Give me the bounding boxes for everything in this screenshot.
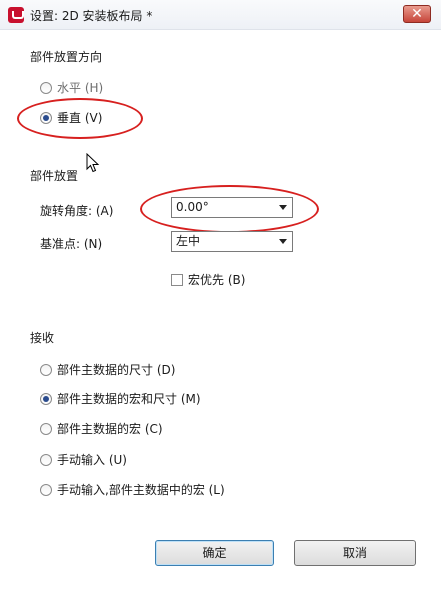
receive-heading: 接收	[30, 331, 55, 345]
mouse-cursor-icon	[86, 153, 100, 173]
radio-receive-manual-macro[interactable]: 手动输入,部件主数据中的宏 (L)	[40, 481, 225, 498]
radio-receive-size-indicator[interactable]	[40, 363, 52, 376]
annotation-ellipse-vertical	[17, 98, 143, 139]
radio-receive-manual-macro-label: 手动输入,部件主数据中的宏 (L)	[57, 483, 225, 497]
macro-first-checkbox[interactable]	[171, 273, 183, 286]
macro-first-checkbox-row[interactable]: 宏优先 (B)	[171, 271, 245, 288]
radio-receive-macro-label: 部件主数据的宏 (C)	[57, 422, 163, 436]
radio-receive-manual-indicator[interactable]	[40, 453, 52, 466]
radio-receive-macro-size-label: 部件主数据的宏和尺寸 (M)	[57, 392, 201, 406]
radio-horizontal-label: 水平 (H)	[57, 81, 104, 95]
anchor-point-value: 左中	[176, 234, 201, 248]
radio-receive-manual-label: 手动输入 (U)	[57, 453, 127, 467]
radio-receive-manual[interactable]: 手动输入 (U)	[40, 451, 127, 468]
settings-dialog: 设置: 2D 安装板布局 * ✕ 部件放置方向 水平 (H) 垂直 (V) 部件…	[0, 0, 441, 590]
radio-receive-size-label: 部件主数据的尺寸 (D)	[57, 363, 176, 377]
radio-receive-size[interactable]: 部件主数据的尺寸 (D)	[40, 361, 175, 378]
radio-receive-macro-size[interactable]: 部件主数据的宏和尺寸 (M)	[40, 390, 201, 407]
anchor-point-label: 基准点: (N)	[40, 237, 103, 251]
radio-receive-manual-macro-indicator[interactable]	[40, 483, 52, 496]
anchor-dropdown-arrow-icon[interactable]	[279, 239, 287, 244]
anchor-point-select[interactable]: 左中	[171, 231, 293, 252]
placement-heading: 部件放置	[30, 169, 79, 183]
macro-first-label: 宏优先 (B)	[188, 273, 246, 287]
app-logo-icon	[8, 7, 24, 23]
annotation-ellipse-rotation	[140, 185, 319, 233]
radio-horizontal[interactable]: 水平 (H)	[40, 79, 103, 96]
cancel-button[interactable]: 取消	[294, 540, 416, 566]
radio-horizontal-indicator[interactable]	[40, 81, 52, 94]
title-bar[interactable]: 设置: 2D 安装板布局 * ✕	[0, 0, 441, 30]
ok-button[interactable]: 确定	[155, 540, 274, 566]
window-title: 设置: 2D 安装板布局 *	[30, 9, 153, 23]
radio-receive-macro[interactable]: 部件主数据的宏 (C)	[40, 420, 163, 437]
close-button[interactable]: ✕	[403, 5, 431, 23]
radio-receive-macro-indicator[interactable]	[40, 422, 52, 435]
rotation-angle-label: 旋转角度: (A)	[40, 204, 114, 218]
radio-receive-macro-size-indicator[interactable]	[40, 392, 52, 405]
orientation-heading: 部件放置方向	[30, 50, 103, 64]
